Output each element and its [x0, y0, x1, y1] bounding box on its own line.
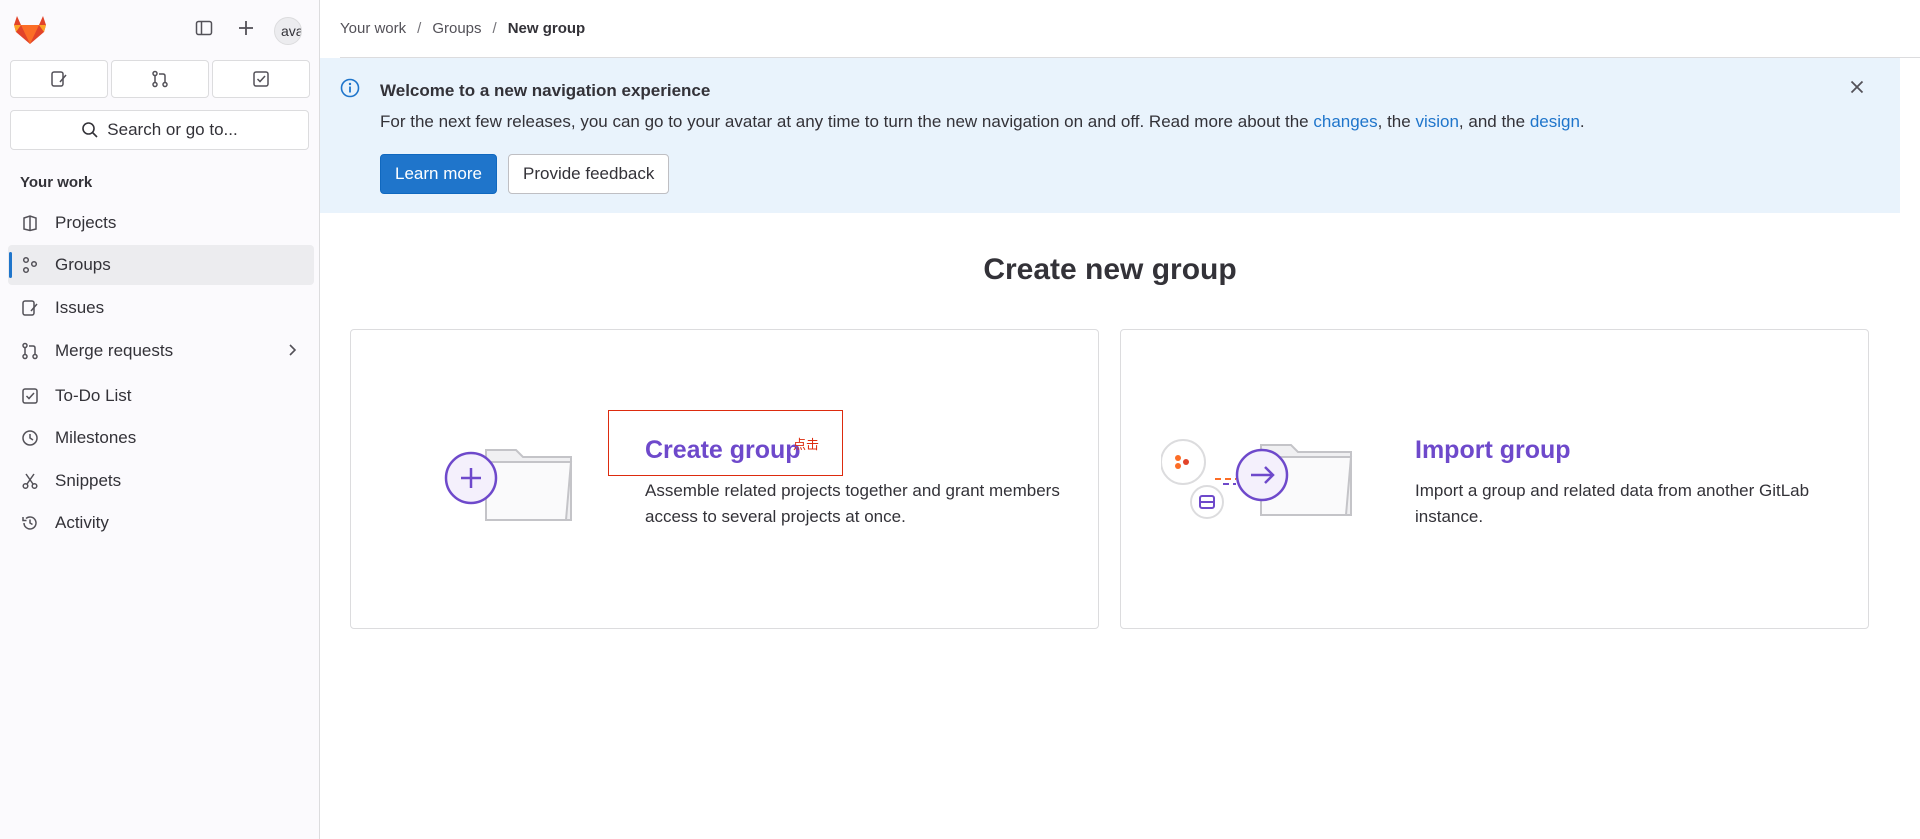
changes-link[interactable]: changes — [1313, 112, 1377, 131]
create-group-illustration-icon — [444, 449, 573, 521]
breadcrumb-groups[interactable]: Groups — [432, 20, 481, 37]
history-icon — [20, 513, 40, 533]
sidebar-item-milestones[interactable]: Milestones — [8, 418, 314, 458]
page-title: Create new group — [983, 253, 1237, 286]
breadcrumb-separator: / — [417, 20, 422, 37]
section-label-your-work: Your work — [20, 174, 93, 191]
design-link[interactable]: design — [1530, 112, 1580, 131]
create-group-title[interactable]: Create group — [645, 436, 801, 465]
sidebar-item-label: Activity — [55, 513, 109, 532]
todos-count-button[interactable] — [212, 60, 310, 98]
info-icon — [340, 78, 360, 103]
sidebar-item-label: Snippets — [55, 471, 122, 490]
provide-feedback-button[interactable]: Provide feedback — [508, 154, 670, 194]
breadcrumb-your-work[interactable]: Your work — [340, 20, 406, 37]
vision-link[interactable]: vision — [1415, 112, 1458, 131]
breadcrumb: Your work / Groups / New group — [340, 0, 1920, 58]
sidebar-item-todo-list[interactable]: To-Do List — [8, 376, 314, 416]
breadcrumb-separator: / — [492, 20, 497, 37]
sidebar-item-merge-requests[interactable]: Merge requests — [8, 331, 314, 371]
sidebar-item-label: Issues — [55, 298, 105, 317]
merge-requests-count-button[interactable] — [111, 60, 209, 98]
import-group-title[interactable]: Import group — [1415, 436, 1571, 465]
issues-icon — [20, 298, 40, 318]
create-group-description: Assemble related projects together and g… — [645, 481, 1060, 526]
sidebar-item-issues[interactable]: Issues — [8, 288, 314, 328]
breadcrumb-new-group[interactable]: New group — [508, 20, 586, 37]
import-group-illustration-icon — [1161, 439, 1353, 519]
todo-icon — [20, 386, 40, 406]
learn-more-button[interactable]: Learn more — [380, 154, 497, 194]
todo-icon — [253, 71, 269, 87]
group-icon — [20, 255, 40, 275]
banner-text: For the next few releases, you can go to… — [380, 112, 1585, 132]
merge-request-icon — [20, 341, 40, 361]
sidebar-item-label: Merge requests — [55, 341, 174, 360]
sidebar-item-label: Projects — [55, 213, 117, 232]
sidebar-item-label: Milestones — [55, 428, 137, 447]
main-content: Your work / Groups / New group Welcome t… — [320, 0, 1920, 839]
sidebar-toggle-icon[interactable] — [190, 14, 218, 42]
chevron-right-icon — [284, 342, 300, 363]
sidebar-item-activity[interactable]: Activity — [8, 503, 314, 543]
sidebar-item-groups[interactable]: Groups — [8, 245, 314, 285]
sidebar-item-label: To-Do List — [55, 386, 132, 405]
sidebar-item-label: Groups — [55, 255, 111, 274]
click-annotation: 点击 — [793, 437, 820, 452]
clock-icon — [20, 428, 40, 448]
banner-text-part: , and the — [1458, 112, 1530, 131]
search-label: Search or go to... — [107, 120, 238, 139]
sidebar-item-snippets[interactable]: Snippets — [8, 461, 314, 501]
banner-text-part: , the — [1377, 112, 1416, 131]
close-icon[interactable] — [1848, 78, 1866, 101]
banner-title: Welcome to a new navigation experience — [380, 81, 711, 100]
merge-request-icon — [152, 70, 168, 88]
nav-welcome-banner: Welcome to a new navigation experience F… — [320, 58, 1900, 213]
search-button[interactable]: Search or go to... — [10, 110, 309, 150]
sidebar-header: avatar — [0, 0, 320, 56]
project-icon — [20, 213, 40, 233]
search-icon — [82, 122, 98, 138]
avatar[interactable]: avatar — [274, 17, 302, 45]
sidebar: avatar Search or go to... Your work Proj… — [0, 0, 320, 839]
create-group-card[interactable]: Create group 点击 Assemble related project… — [350, 329, 1099, 629]
import-group-card[interactable]: Import group Import a group and related … — [1120, 329, 1869, 629]
plus-icon[interactable] — [232, 14, 260, 42]
scissors-icon — [20, 471, 40, 491]
import-group-description: Import a group and related data from ano… — [1415, 481, 1810, 526]
gitlab-logo-icon[interactable] — [12, 13, 48, 45]
issues-count-button[interactable] — [10, 60, 108, 98]
sidebar-item-projects[interactable]: Projects — [8, 203, 314, 243]
banner-text-part: For the next few releases, you can go to… — [380, 112, 1314, 131]
issues-icon — [51, 71, 67, 87]
banner-text-part: . — [1579, 112, 1585, 131]
